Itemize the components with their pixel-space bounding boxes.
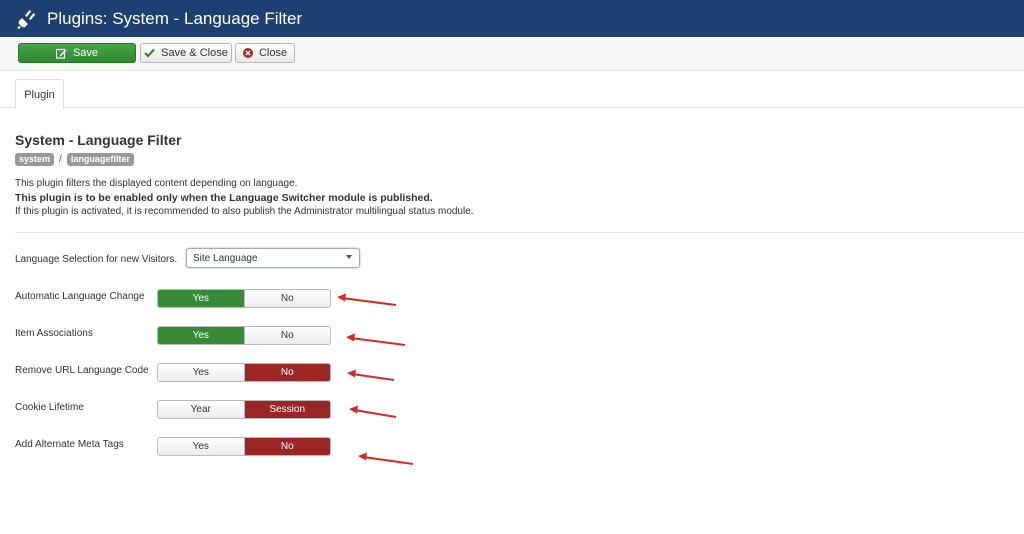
- item-associations-toggle: Yes No: [157, 326, 331, 345]
- page-title: Plugins: System - Language Filter: [47, 8, 303, 28]
- plugin-description-line1: This plugin filters the displayed conten…: [15, 178, 298, 189]
- annotation-arrow-icon: [349, 405, 397, 418]
- remove-url-language-code-no[interactable]: No: [243, 364, 330, 381]
- language-selection-value: Site Language: [193, 252, 258, 264]
- close-button[interactable]: Close: [235, 43, 295, 63]
- add-alternate-meta-tags-no[interactable]: No: [243, 438, 330, 455]
- edit-icon: [55, 48, 67, 59]
- plug-icon: [17, 9, 36, 29]
- element-badge: languagefilter: [66, 153, 134, 166]
- check-icon: [144, 48, 155, 58]
- item-associations-label: Item Associations: [15, 328, 93, 339]
- automatic-language-change-label: Automatic Language Change: [15, 291, 145, 302]
- automatic-language-change-toggle: Yes No: [157, 289, 331, 308]
- tab-plugin[interactable]: Plugin: [15, 79, 64, 109]
- cookie-lifetime-year[interactable]: Year: [158, 401, 244, 418]
- save-close-label: Save & Close: [161, 47, 228, 59]
- tab-bar: Plugin: [0, 71, 1024, 109]
- annotation-arrow-icon: [346, 333, 406, 346]
- save-close-button[interactable]: Save & Close: [140, 43, 232, 63]
- add-alternate-meta-tags-yes[interactable]: Yes: [158, 438, 244, 455]
- plugin-description-warning: This plugin is to be enabled only when t…: [15, 192, 433, 204]
- annotation-arrow-icon: [347, 369, 395, 381]
- plugin-badges: system / languagefilter: [15, 153, 134, 166]
- save-label: Save: [72, 47, 99, 59]
- close-label: Close: [258, 47, 288, 59]
- cookie-lifetime-label: Cookie Lifetime: [15, 402, 84, 413]
- toolbar: Save Save & Close Close: [0, 37, 1024, 71]
- page-header: Plugins: System - Language Filter: [0, 0, 1024, 37]
- caret-down-icon: [346, 255, 352, 259]
- add-alternate-meta-tags-label: Add Alternate Meta Tags: [15, 439, 124, 450]
- item-associations-no[interactable]: No: [243, 327, 330, 344]
- item-associations-yes[interactable]: Yes: [158, 327, 244, 344]
- badge-separator: /: [59, 154, 62, 165]
- automatic-language-change-no[interactable]: No: [243, 290, 330, 307]
- cookie-lifetime-toggle: Year Session: [157, 400, 331, 419]
- plugin-title: System - Language Filter: [15, 132, 182, 148]
- remove-url-language-code-toggle: Yes No: [157, 363, 331, 382]
- language-selection-select[interactable]: Site Language: [186, 248, 360, 268]
- language-selection-label: Language Selection for new Visitors.: [15, 254, 178, 265]
- divider: [15, 232, 1024, 233]
- remove-url-language-code-label: Remove URL Language Code: [15, 365, 149, 376]
- add-alternate-meta-tags-toggle: Yes No: [157, 437, 331, 456]
- folder-badge: system: [15, 153, 55, 166]
- annotation-arrow-icon: [358, 452, 414, 465]
- plugin-description-line3: If this plugin is activated, it is recom…: [15, 206, 474, 217]
- automatic-language-change-yes[interactable]: Yes: [158, 290, 244, 307]
- cookie-lifetime-session[interactable]: Session: [243, 401, 330, 418]
- remove-url-language-code-yes[interactable]: Yes: [158, 364, 244, 381]
- save-button[interactable]: Save: [18, 43, 136, 63]
- cancel-circle-icon: [242, 48, 253, 58]
- annotation-arrow-icon: [337, 293, 397, 306]
